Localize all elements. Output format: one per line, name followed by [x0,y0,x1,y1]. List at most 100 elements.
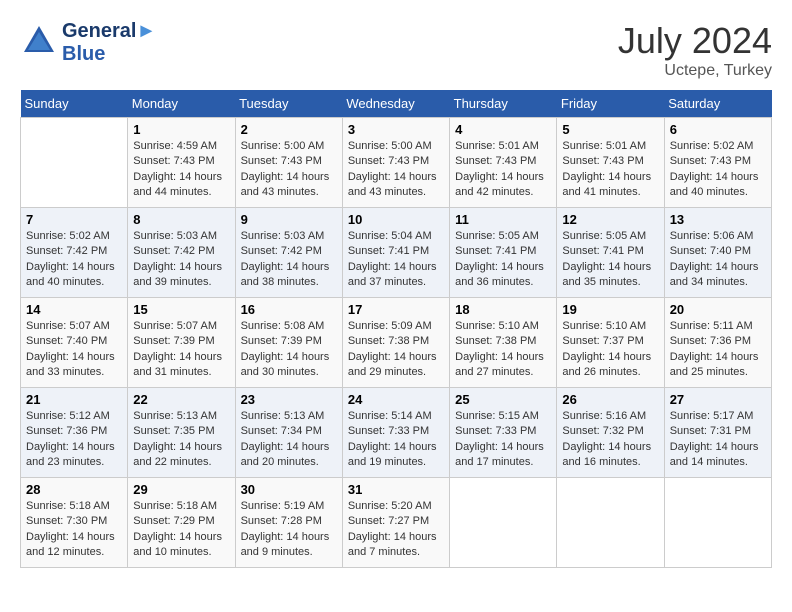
day-number: 26 [562,392,658,407]
calendar-cell: 21 Sunrise: 5:12 AMSunset: 7:36 PMDayligh… [21,388,128,478]
cell-sun-info: Sunrise: 5:03 AMSunset: 7:42 PMDaylight:… [133,229,229,291]
logo-line1: General► [62,20,156,43]
day-number: 12 [562,212,658,227]
day-number: 11 [455,212,551,227]
weekday-header-tuesday: Tuesday [235,90,342,118]
cell-sun-info: Sunrise: 5:07 AMSunset: 7:39 PMDaylight:… [133,319,229,381]
cell-sun-info: Sunrise: 5:10 AMSunset: 7:38 PMDaylight:… [455,319,551,381]
day-number: 25 [455,392,551,407]
day-number: 29 [133,482,229,497]
cell-sun-info: Sunrise: 5:03 AMSunset: 7:42 PMDaylight:… [241,229,337,291]
calendar-cell: 1Sunrise: 4:59 AMSunset: 7:43 PMDaylight… [128,118,235,208]
calendar-cell: 18 Sunrise: 5:10 AMSunset: 7:38 PMDayligh… [450,298,557,388]
calendar-cell: 8 Sunrise: 5:03 AMSunset: 7:42 PMDaylight… [128,208,235,298]
day-number: 23 [241,392,337,407]
week-row-2: 7 Sunrise: 5:02 AMSunset: 7:42 PMDaylight… [21,208,772,298]
calendar-cell: 3Sunrise: 5:00 AMSunset: 7:43 PMDaylight… [342,118,449,208]
calendar-cell: 6 Sunrise: 5:02 AMSunset: 7:43 PMDaylight… [664,118,771,208]
title-block: July 2024 Uctepe, Turkey [618,20,772,80]
weekday-header-sunday: Sunday [21,90,128,118]
calendar-cell [664,478,771,568]
weekday-header-saturday: Saturday [664,90,771,118]
week-row-3: 14Sunrise: 5:07 AMSunset: 7:40 PMDayligh… [21,298,772,388]
day-number: 2 [241,122,337,137]
day-number: 28 [26,482,122,497]
cell-sun-info: Sunrise: 5:01 AMSunset: 7:43 PMDaylight:… [455,139,551,201]
calendar-cell: 22Sunrise: 5:13 AMSunset: 7:35 PMDayligh… [128,388,235,478]
day-number: 1 [133,122,229,137]
day-number: 20 [670,302,766,317]
calendar-cell: 11 Sunrise: 5:05 AMSunset: 7:41 PMDayligh… [450,208,557,298]
day-number: 22 [133,392,229,407]
day-number: 3 [348,122,444,137]
calendar-cell: 14Sunrise: 5:07 AMSunset: 7:40 PMDayligh… [21,298,128,388]
day-number: 13 [670,212,766,227]
day-number: 30 [241,482,337,497]
day-number: 16 [241,302,337,317]
cell-sun-info: Sunrise: 5:20 AMSunset: 7:27 PMDaylight:… [348,499,444,561]
calendar-cell: 2 Sunrise: 5:00 AMSunset: 7:43 PMDaylight… [235,118,342,208]
weekday-header-friday: Friday [557,90,664,118]
calendar-cell: 24 Sunrise: 5:14 AMSunset: 7:33 PMDayligh… [342,388,449,478]
week-row-4: 21 Sunrise: 5:12 AMSunset: 7:36 PMDayligh… [21,388,772,478]
day-number: 14 [26,302,122,317]
day-number: 17 [348,302,444,317]
calendar-cell: 19 Sunrise: 5:10 AMSunset: 7:37 PMDayligh… [557,298,664,388]
day-number: 21 [26,392,122,407]
calendar-cell [450,478,557,568]
calendar-cell: 29Sunrise: 5:18 AMSunset: 7:29 PMDayligh… [128,478,235,568]
cell-sun-info: Sunrise: 5:16 AMSunset: 7:32 PMDaylight:… [562,409,658,471]
cell-sun-info: Sunrise: 5:05 AMSunset: 7:41 PMDaylight:… [455,229,551,291]
calendar-cell: 16 Sunrise: 5:08 AMSunset: 7:39 PMDayligh… [235,298,342,388]
cell-sun-info: Sunrise: 5:14 AMSunset: 7:33 PMDaylight:… [348,409,444,471]
logo-icon [20,22,58,60]
logo-line2: Blue [62,43,156,66]
logo: General► Blue [20,20,156,66]
day-number: 27 [670,392,766,407]
cell-sun-info: Sunrise: 5:00 AMSunset: 7:43 PMDaylight:… [241,139,337,201]
weekday-header-row: SundayMondayTuesdayWednesdayThursdayFrid… [21,90,772,118]
calendar-cell: 10Sunrise: 5:04 AMSunset: 7:41 PMDayligh… [342,208,449,298]
day-number: 5 [562,122,658,137]
day-number: 31 [348,482,444,497]
calendar-cell: 17 Sunrise: 5:09 AMSunset: 7:38 PMDayligh… [342,298,449,388]
cell-sun-info: Sunrise: 5:08 AMSunset: 7:39 PMDaylight:… [241,319,337,381]
cell-sun-info: Sunrise: 5:10 AMSunset: 7:37 PMDaylight:… [562,319,658,381]
cell-sun-info: Sunrise: 5:17 AMSunset: 7:31 PMDaylight:… [670,409,766,471]
week-row-1: 1Sunrise: 4:59 AMSunset: 7:43 PMDaylight… [21,118,772,208]
calendar-cell: 9Sunrise: 5:03 AMSunset: 7:42 PMDaylight… [235,208,342,298]
day-number: 7 [26,212,122,227]
day-number: 8 [133,212,229,227]
cell-sun-info: Sunrise: 5:01 AMSunset: 7:43 PMDaylight:… [562,139,658,201]
calendar-cell: 30 Sunrise: 5:19 AMSunset: 7:28 PMDayligh… [235,478,342,568]
cell-sun-info: Sunrise: 5:09 AMSunset: 7:38 PMDaylight:… [348,319,444,381]
calendar-cell: 28 Sunrise: 5:18 AMSunset: 7:30 PMDayligh… [21,478,128,568]
cell-sun-info: Sunrise: 5:13 AMSunset: 7:34 PMDaylight:… [241,409,337,471]
cell-sun-info: Sunrise: 5:02 AMSunset: 7:43 PMDaylight:… [670,139,766,201]
calendar-cell: 31 Sunrise: 5:20 AMSunset: 7:27 PMDayligh… [342,478,449,568]
cell-sun-info: Sunrise: 5:12 AMSunset: 7:36 PMDaylight:… [26,409,122,471]
weekday-header-thursday: Thursday [450,90,557,118]
calendar-cell: 12 Sunrise: 5:05 AMSunset: 7:41 PMDayligh… [557,208,664,298]
week-row-5: 28 Sunrise: 5:18 AMSunset: 7:30 PMDayligh… [21,478,772,568]
calendar-cell: 13Sunrise: 5:06 AMSunset: 7:40 PMDayligh… [664,208,771,298]
cell-sun-info: Sunrise: 5:05 AMSunset: 7:41 PMDaylight:… [562,229,658,291]
calendar-cell: 20Sunrise: 5:11 AMSunset: 7:36 PMDayligh… [664,298,771,388]
day-number: 19 [562,302,658,317]
cell-sun-info: Sunrise: 5:18 AMSunset: 7:30 PMDaylight:… [26,499,122,561]
calendar-cell: 5 Sunrise: 5:01 AMSunset: 7:43 PMDaylight… [557,118,664,208]
calendar-table: SundayMondayTuesdayWednesdayThursdayFrid… [20,90,772,568]
cell-sun-info: Sunrise: 5:02 AMSunset: 7:42 PMDaylight:… [26,229,122,291]
calendar-cell [557,478,664,568]
day-number: 6 [670,122,766,137]
day-number: 24 [348,392,444,407]
month-year: July 2024 [618,20,772,62]
cell-sun-info: Sunrise: 5:19 AMSunset: 7:28 PMDaylight:… [241,499,337,561]
cell-sun-info: Sunrise: 5:15 AMSunset: 7:33 PMDaylight:… [455,409,551,471]
weekday-header-wednesday: Wednesday [342,90,449,118]
location: Uctepe, Turkey [618,62,772,80]
calendar-cell: 4Sunrise: 5:01 AMSunset: 7:43 PMDaylight… [450,118,557,208]
day-number: 15 [133,302,229,317]
day-number: 18 [455,302,551,317]
page-header: General► Blue July 2024 Uctepe, Turkey [20,20,772,80]
